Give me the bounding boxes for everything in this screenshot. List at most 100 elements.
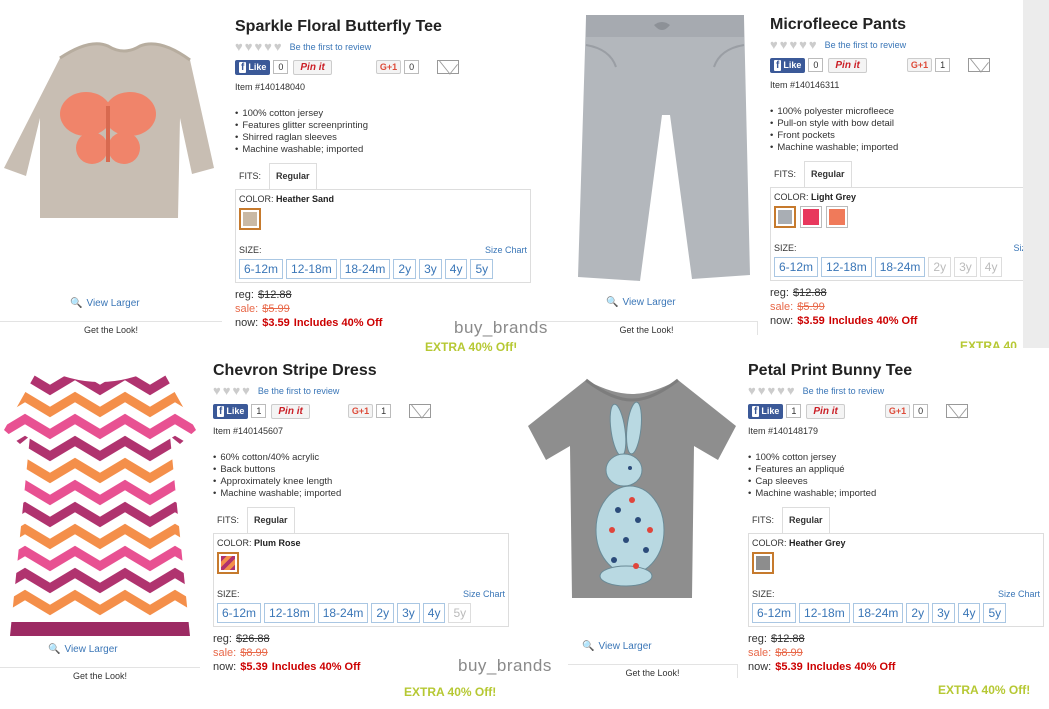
color-name: Heather Sand xyxy=(276,194,335,204)
email-icon[interactable] xyxy=(437,60,460,74)
color-swatch[interactable] xyxy=(800,206,822,228)
size-chart-link[interactable]: Size Chart xyxy=(485,245,527,255)
color-swatch[interactable] xyxy=(217,552,239,574)
size-option[interactable]: 2y xyxy=(393,259,417,279)
first-review-link[interactable]: Be the first to review xyxy=(258,386,340,396)
size-option[interactable]: 6-12m xyxy=(752,603,797,623)
gplus-count: 0 xyxy=(404,60,420,74)
size-option[interactable]: 5y xyxy=(470,259,494,279)
feature-item: Machine washable; imported xyxy=(213,488,509,500)
product-image[interactable] xyxy=(566,5,766,285)
size-option[interactable]: 4y xyxy=(444,259,468,279)
google-plus-button[interactable]: G+1 xyxy=(347,404,374,418)
size-option[interactable]: 12-18m xyxy=(264,603,315,623)
size-label: SIZE: xyxy=(239,245,262,255)
view-larger-label: View Larger xyxy=(622,297,676,308)
facebook-like-button[interactable]: f Like xyxy=(748,403,784,419)
email-icon[interactable] xyxy=(946,404,969,418)
size-option[interactable]: 3y xyxy=(419,259,442,279)
view-larger-link[interactable]: 🔍 View Larger xyxy=(582,641,652,652)
pinterest-button[interactable]: Pin it xyxy=(806,403,845,419)
size-option-unavailable: 5y xyxy=(448,603,472,623)
heart-icon: ♥ xyxy=(235,39,243,54)
size-option[interactable]: 4y xyxy=(957,603,981,623)
get-the-look-tab[interactable]: Get the Look! xyxy=(0,321,222,335)
pinterest-button[interactable]: Pin it xyxy=(828,57,867,73)
google-plus-button[interactable]: G+1 xyxy=(884,404,911,418)
size-option[interactable]: 6-12m xyxy=(239,259,284,279)
size-chart-link[interactable]: Size Chart xyxy=(998,589,1040,599)
get-the-look-tab[interactable]: Get the Look! xyxy=(536,321,758,335)
sale-price: sale: $5.99 xyxy=(770,301,825,313)
size-option[interactable]: 18-24m xyxy=(852,603,904,623)
email-icon[interactable] xyxy=(968,58,991,72)
color-swatch[interactable] xyxy=(239,208,261,230)
pinterest-button[interactable]: Pin it xyxy=(293,59,332,75)
heart-icon: ♥ xyxy=(244,39,253,54)
color-name: Light Grey xyxy=(811,192,857,202)
google-plus-button[interactable]: G+1 xyxy=(906,58,933,72)
item-number: Item #140146311 xyxy=(770,80,840,90)
facebook-like-button[interactable]: f Like xyxy=(235,59,271,75)
like-count: 0 xyxy=(808,58,824,72)
swatch-list xyxy=(752,552,1040,576)
product-image[interactable] xyxy=(522,370,742,600)
fit-tab-regular[interactable]: Regular xyxy=(804,161,852,187)
color-swatch[interactable] xyxy=(826,206,848,228)
fits-label: FITS: xyxy=(217,515,239,525)
heart-icon: ♥ xyxy=(789,37,798,52)
color-swatch[interactable] xyxy=(774,206,796,228)
size-option[interactable]: 18-24m xyxy=(874,257,926,277)
view-larger-link[interactable]: 🔍 View Larger xyxy=(606,297,676,308)
fits-tabs: FITS: Regular xyxy=(748,507,1044,533)
fit-tab-regular[interactable]: Regular xyxy=(782,507,830,533)
size-option[interactable]: 5y xyxy=(983,603,1007,623)
product-image[interactable] xyxy=(0,360,200,640)
heart-icon: ♥ xyxy=(213,383,221,398)
size-chart-link[interactable]: Size Chart xyxy=(463,589,505,599)
product-title: Sparkle Floral Butterfly Tee xyxy=(235,18,442,35)
item-number: Item #140145607 xyxy=(213,426,284,436)
color-swatch[interactable] xyxy=(752,552,774,574)
first-review-link[interactable]: Be the first to review xyxy=(803,386,885,396)
first-review-link[interactable]: Be the first to review xyxy=(290,42,372,52)
size-option-unavailable: 4y xyxy=(979,257,1003,277)
size-option[interactable]: 6-12m xyxy=(217,603,262,623)
size-option[interactable]: 2y xyxy=(371,603,395,623)
feature-item: 60% cotton/40% acrylic xyxy=(213,452,509,464)
size-option[interactable]: 12-18m xyxy=(821,257,872,277)
size-option[interactable]: 3y xyxy=(932,603,955,623)
extra-off-badge: EXTRA 40% Off! xyxy=(938,683,1031,697)
size-option[interactable]: 6-12m xyxy=(774,257,819,277)
view-larger-link[interactable]: 🔍 View Larger xyxy=(48,644,118,655)
fits-label: FITS: xyxy=(774,169,796,179)
view-larger-link[interactable]: 🔍 View Larger xyxy=(70,298,140,309)
size-option[interactable]: 4y xyxy=(422,603,446,623)
facebook-like-button[interactable]: f Like xyxy=(770,57,806,73)
view-larger-label: View Larger xyxy=(86,298,140,309)
social-bar: f Like 0 Pin it G+1 0 xyxy=(235,58,531,76)
feature-item: Machine washable; imported xyxy=(770,142,1023,154)
size-option[interactable]: 12-18m xyxy=(286,259,337,279)
swatch-list xyxy=(774,206,1023,230)
size-option[interactable]: 12-18m xyxy=(799,603,850,623)
first-review-link[interactable]: Be the first to review xyxy=(825,40,907,50)
get-the-look-tab[interactable]: Get the Look! xyxy=(0,667,200,681)
feature-item: Features glitter screenprinting xyxy=(235,120,531,132)
social-bar: f Like 0 Pin it G+1 1 xyxy=(770,56,1023,74)
google-plus-button[interactable]: G+1 xyxy=(375,60,402,74)
social-bar: f Like 1 Pin it G+1 1 xyxy=(213,402,509,420)
get-the-look-label: Get the Look! xyxy=(619,325,674,335)
size-option[interactable]: 2y xyxy=(906,603,930,623)
size-option[interactable]: 3y xyxy=(397,603,420,623)
get-the-look-tab[interactable]: Get the Look! xyxy=(568,664,738,678)
fit-tab-regular[interactable]: Regular xyxy=(247,507,295,533)
fit-tab-regular[interactable]: Regular xyxy=(269,163,317,189)
size-option[interactable]: 18-24m xyxy=(317,603,369,623)
size-chart-link[interactable]: Siz xyxy=(1013,243,1023,253)
size-option[interactable]: 18-24m xyxy=(339,259,391,279)
product-image[interactable] xyxy=(0,18,228,218)
pinterest-button[interactable]: Pin it xyxy=(271,403,310,419)
email-icon[interactable] xyxy=(409,404,432,418)
facebook-like-button[interactable]: f Like xyxy=(213,403,249,419)
